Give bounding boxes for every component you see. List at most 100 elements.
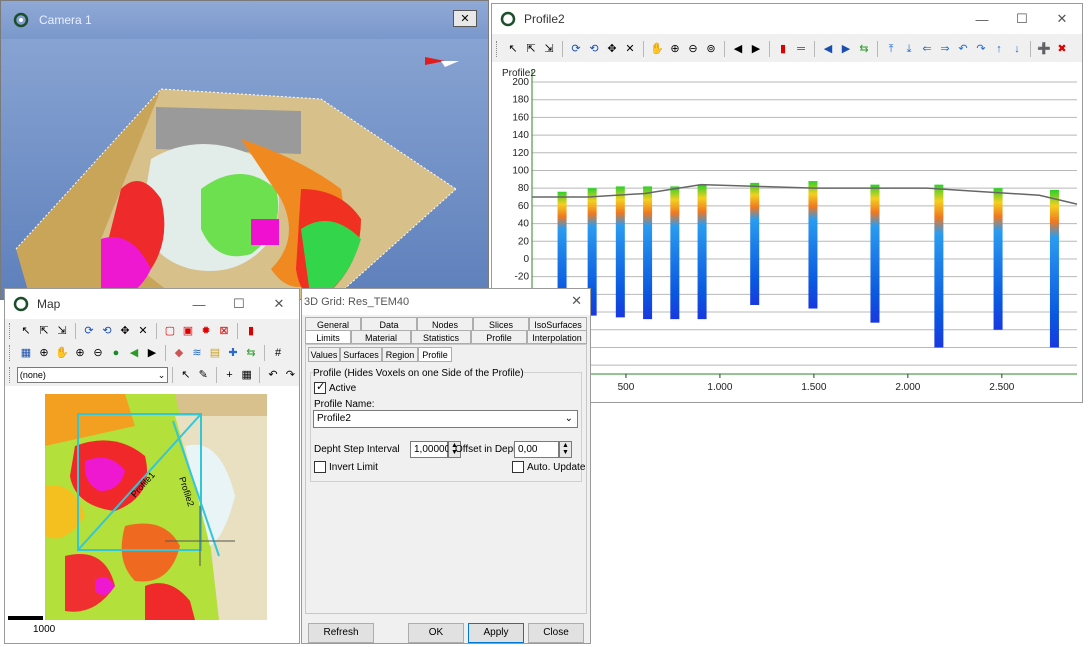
edit-icon[interactable]: ✎ bbox=[196, 367, 211, 383]
red-marker-icon[interactable]: ▮ bbox=[243, 323, 259, 339]
move-icon[interactable]: ✥ bbox=[604, 41, 620, 57]
delete-icon[interactable]: ✕ bbox=[135, 323, 151, 339]
prev-icon[interactable]: ◀ bbox=[126, 345, 142, 361]
table-icon[interactable]: ▦ bbox=[239, 367, 254, 383]
layers-icon[interactable]: ▦ bbox=[18, 345, 34, 361]
maximize-button[interactable]: ☐ bbox=[1002, 4, 1042, 34]
camera-3d-viewport[interactable] bbox=[1, 39, 489, 300]
undo-icon[interactable]: ↶ bbox=[955, 41, 971, 57]
redo-icon[interactable]: ↷ bbox=[283, 367, 298, 383]
grid-titlebar[interactable]: 3D Grid: Res_TEM40 ✕ bbox=[302, 289, 590, 315]
zoom-region-icon[interactable]: ⊕ bbox=[36, 345, 52, 361]
zoom-in-icon[interactable]: ⊕ bbox=[72, 345, 88, 361]
tab-isosurfaces[interactable]: IsoSurfaces bbox=[529, 317, 587, 331]
close-dialog-button[interactable]: Close bbox=[528, 623, 584, 643]
pin-icon[interactable]: ✚ bbox=[225, 345, 241, 361]
arrow-left-icon[interactable]: ◀ bbox=[820, 41, 836, 57]
ok-button[interactable]: OK bbox=[408, 623, 464, 643]
arrow-select-icon[interactable]: ↖ bbox=[178, 367, 193, 383]
zoom-extent-icon[interactable]: ⊚ bbox=[703, 41, 719, 57]
add-icon[interactable]: + bbox=[222, 367, 237, 383]
grid-icon[interactable]: # bbox=[270, 345, 286, 361]
paint-icon[interactable]: ◆ bbox=[171, 345, 187, 361]
zoom-out-icon[interactable]: ⊖ bbox=[685, 41, 701, 57]
close-button[interactable]: ✕ bbox=[1042, 4, 1082, 34]
right-icon[interactable]: ⇒ bbox=[937, 41, 953, 57]
prev-icon[interactable]: ◀ bbox=[730, 41, 746, 57]
pan-icon[interactable]: ✋ bbox=[54, 345, 70, 361]
remove-icon[interactable]: ✖ bbox=[1054, 41, 1070, 57]
undo-icon[interactable]: ↶ bbox=[265, 367, 280, 383]
arrow-right-icon[interactable]: ▶ bbox=[838, 41, 854, 57]
rotate2-icon[interactable]: ⟲ bbox=[586, 41, 602, 57]
top-icon[interactable]: ⤒ bbox=[883, 41, 899, 57]
select-multi-icon[interactable]: ⇲ bbox=[54, 323, 70, 339]
tab-interpolation[interactable]: Interpolation bbox=[527, 330, 587, 344]
apply-button[interactable]: Apply bbox=[468, 623, 524, 643]
tab-nodes[interactable]: Nodes bbox=[417, 317, 473, 331]
zoom-out-icon[interactable]: ⊖ bbox=[90, 345, 106, 361]
red-dash-icon[interactable]: ═ bbox=[793, 41, 809, 57]
tab-material[interactable]: Material bbox=[351, 330, 411, 344]
camera-titlebar[interactable]: Camera 1 bbox=[1, 1, 488, 39]
tab-limits[interactable]: Limits bbox=[305, 330, 351, 344]
subtab-region[interactable]: Region bbox=[382, 347, 418, 362]
tab-profile[interactable]: Profile bbox=[471, 330, 527, 344]
invert-limit-checkbox[interactable] bbox=[314, 461, 326, 473]
globe-icon[interactable]: ● bbox=[108, 345, 124, 361]
folder-icon[interactable]: ▤ bbox=[207, 345, 223, 361]
minimize-button[interactable]: — bbox=[962, 4, 1002, 34]
down-icon[interactable]: ↓ bbox=[1009, 41, 1025, 57]
pan-icon[interactable]: ✋ bbox=[649, 41, 665, 57]
subtab-profile[interactable]: Profile bbox=[418, 347, 452, 362]
select-multi-icon[interactable]: ⇲ bbox=[541, 41, 557, 57]
layer-combo[interactable]: (none) ⌄ bbox=[16, 367, 169, 383]
offset-spinner[interactable]: ▲ ▼ bbox=[559, 441, 572, 458]
rotate-icon[interactable]: ⟳ bbox=[568, 41, 584, 57]
select-icon[interactable]: ⇱ bbox=[36, 323, 52, 339]
tab-data[interactable]: Data bbox=[361, 317, 417, 331]
pointer-icon[interactable]: ↖ bbox=[18, 323, 34, 339]
bottom-icon[interactable]: ⤓ bbox=[901, 41, 917, 57]
active-checkbox[interactable]: ✓ bbox=[314, 381, 326, 394]
minimize-button[interactable]: — bbox=[179, 289, 219, 319]
move-icon[interactable]: ✥ bbox=[117, 323, 133, 339]
tab-slices[interactable]: Slices bbox=[473, 317, 529, 331]
shuffle-icon[interactable]: ⇆ bbox=[243, 345, 259, 361]
stack-icon[interactable]: ≋ bbox=[189, 345, 205, 361]
zoom-in-icon[interactable]: ⊕ bbox=[667, 41, 683, 57]
next-icon[interactable]: ▶ bbox=[144, 345, 160, 361]
next-icon[interactable]: ▶ bbox=[748, 41, 764, 57]
add-icon[interactable]: ➕ bbox=[1036, 41, 1052, 57]
map-canvas[interactable]: Profile1 Profile2 1000 bbox=[5, 386, 299, 641]
red-frame-icon[interactable]: ▣ bbox=[180, 323, 196, 339]
up-icon[interactable]: ↑ bbox=[991, 41, 1007, 57]
red-marker-icon[interactable]: ▮ bbox=[775, 41, 791, 57]
rotate2-icon[interactable]: ⟲ bbox=[99, 323, 115, 339]
select-icon[interactable]: ⇱ bbox=[523, 41, 539, 57]
maximize-button[interactable]: ☐ bbox=[219, 289, 259, 319]
camera-close-button[interactable]: ✕ bbox=[453, 10, 477, 27]
delete-icon[interactable]: ✕ bbox=[622, 41, 638, 57]
left-icon[interactable]: ⇐ bbox=[919, 41, 935, 57]
map-titlebar[interactable]: Map — ☐ ✕ bbox=[5, 289, 299, 319]
profile-name-select[interactable]: Profile2 ⌄ bbox=[313, 410, 578, 428]
depth-step-input[interactable]: 1,000000 bbox=[410, 441, 456, 458]
grid-close-button[interactable]: ✕ bbox=[571, 293, 582, 309]
tab-general[interactable]: General bbox=[305, 317, 361, 331]
redo-icon[interactable]: ↷ bbox=[973, 41, 989, 57]
pointer-icon[interactable]: ↖ bbox=[505, 41, 521, 57]
refresh-data-button[interactable]: Refresh Data... bbox=[308, 623, 374, 643]
red-cross-icon[interactable]: ⊠ bbox=[216, 323, 232, 339]
auto-update-checkbox[interactable] bbox=[512, 461, 524, 473]
close-button[interactable]: ✕ bbox=[259, 289, 299, 319]
subtab-values[interactable]: Values bbox=[308, 347, 340, 362]
offset-input[interactable]: 0,00 bbox=[514, 441, 559, 458]
rotate-icon[interactable]: ⟳ bbox=[81, 323, 97, 339]
subtab-surfaces[interactable]: Surfaces bbox=[340, 347, 382, 362]
shuffle-icon[interactable]: ⇆ bbox=[856, 41, 872, 57]
tab-statistics[interactable]: Statistics bbox=[411, 330, 471, 344]
red-gear-icon[interactable]: ✹ bbox=[198, 323, 214, 339]
profile-titlebar[interactable]: Profile2 — ☐ ✕ bbox=[492, 4, 1082, 34]
red-square-icon[interactable]: ▢ bbox=[162, 323, 178, 339]
